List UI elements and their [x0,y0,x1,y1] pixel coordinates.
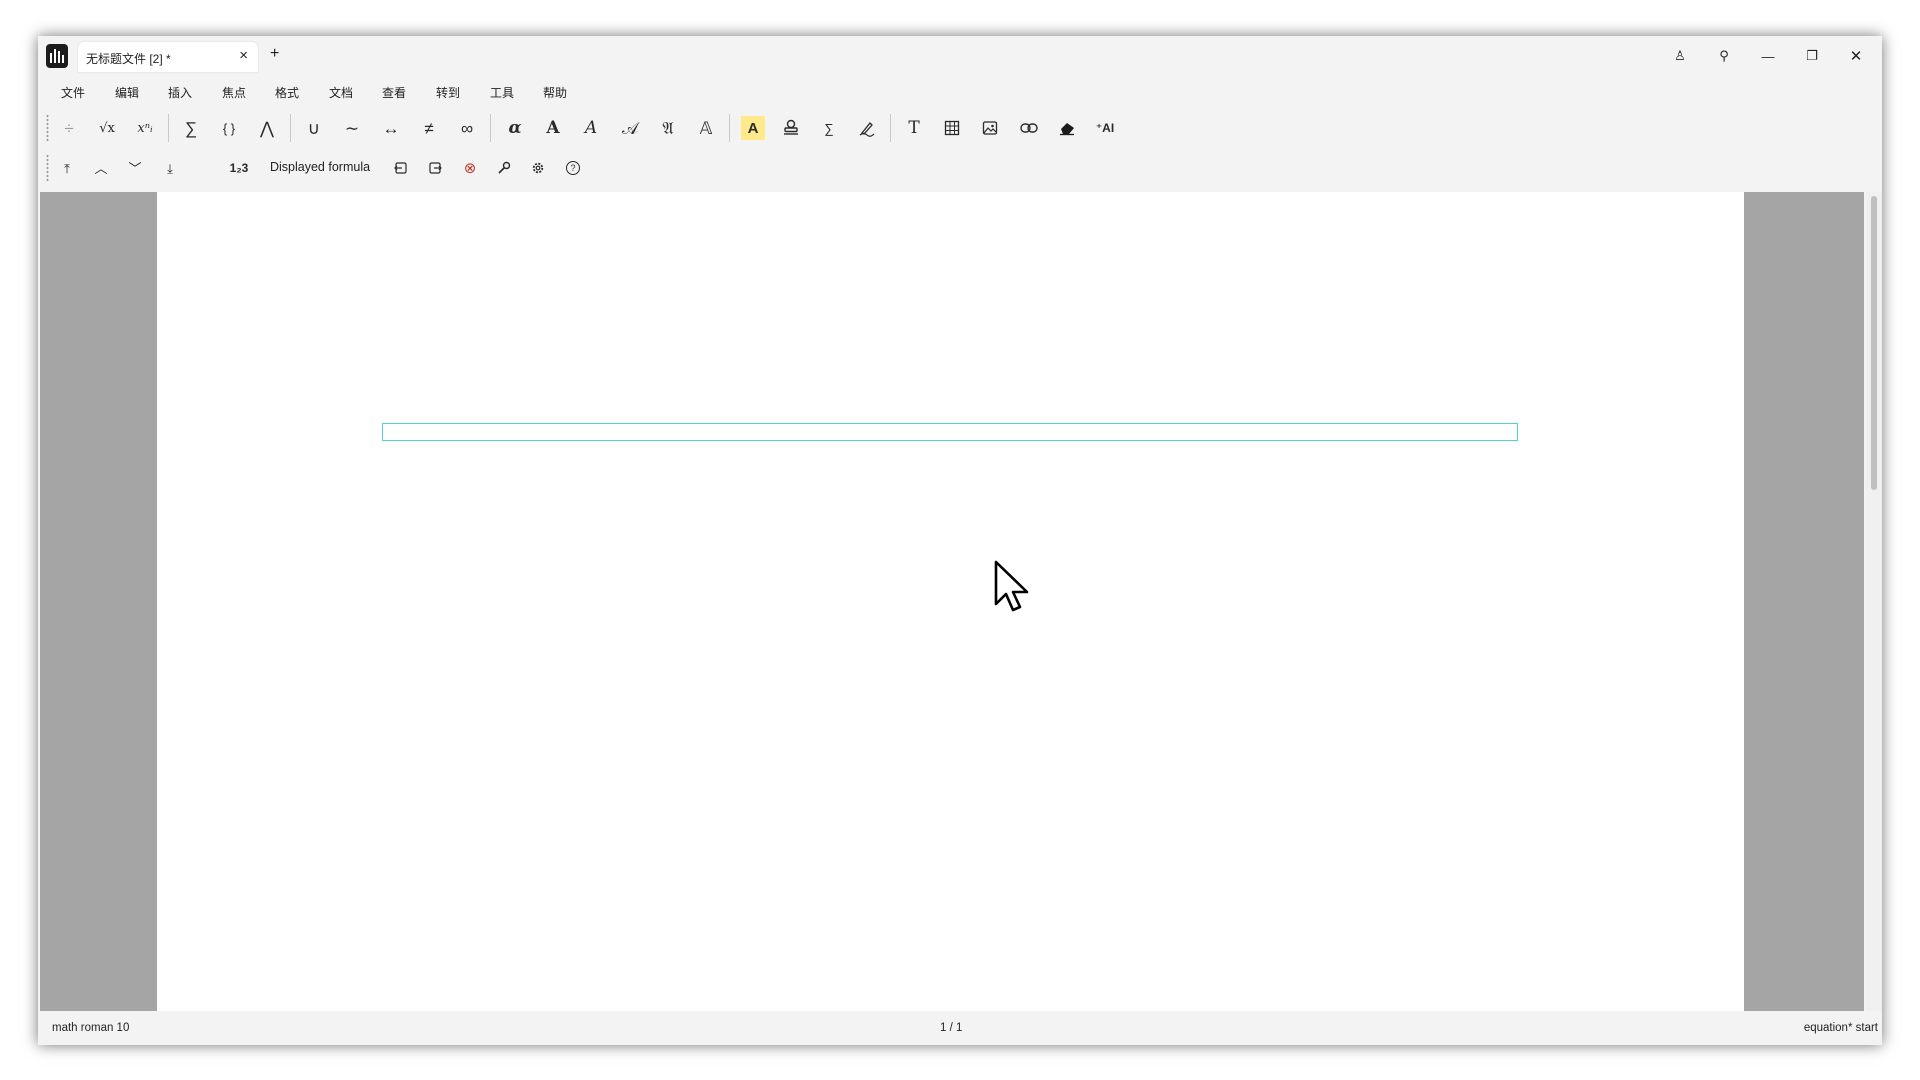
table-icon[interactable] [937,113,967,143]
menu-insert[interactable]: 插入 [168,84,192,101]
ai-icon[interactable]: ⁺AI [1090,113,1120,143]
menu-file[interactable]: 文件 [61,84,85,101]
fraction-icon[interactable]: ÷ [54,113,84,143]
sum-icon[interactable]: ∑ [176,113,206,143]
gear-glyph [532,162,544,174]
menu-bar: 文件 编辑 插入 焦点 格式 文档 查看 转到 工具 帮助 [38,76,1882,106]
insert-before-glyph [394,162,407,174]
link-icon[interactable] [1014,113,1044,143]
toolbar-grip[interactable] [46,114,49,142]
italic-text-icon[interactable]: A [576,113,606,143]
toolbar-grip[interactable] [46,154,49,182]
go-first-icon[interactable]: ⤒ [52,153,82,183]
menu-tools[interactable]: 工具 [490,84,514,101]
toolbar-separator [290,114,291,142]
title-bar: 无标题文件 [2] * × + ♙ ⚲ — ❐ ✕ [38,36,1882,76]
minimize-button[interactable]: — [1746,36,1790,76]
help-icon[interactable]: ? [558,153,588,183]
eraser-glyph [1060,123,1074,136]
menu-goto[interactable]: 转到 [436,84,460,101]
restore-button[interactable]: ❐ [1790,36,1834,76]
insert-after-icon[interactable] [420,153,450,183]
app-window: 无标题文件 [2] * × + ♙ ⚲ — ❐ ✕ 文件 编辑 插入 焦点 格式… [38,36,1882,1045]
arrow-icon[interactable]: ↔ [376,113,406,143]
go-down-icon[interactable]: ﹀ [120,153,150,183]
script-text-icon[interactable]: 𝒜 [615,113,645,143]
scrollbar-thumb[interactable] [1871,196,1877,490]
handwriting-icon[interactable] [852,113,882,143]
formula-mode-label[interactable]: Displayed formula [270,160,370,174]
font-status: math roman 10 [52,1022,130,1034]
stamp-icon[interactable] [776,113,806,143]
math-toolbar: ÷ √x xⁿᵢ ∑ { } ⋀ ∪ ∼ ↔ ≠ ∞ α A A 𝒜 𝔄 𝔸 A… [38,108,1882,148]
go-last-icon[interactable]: ⤓ [155,153,185,183]
equation-input-box[interactable] [382,423,1518,441]
sqrt-icon[interactable]: √x [92,113,122,143]
insert-after-glyph [429,162,442,174]
menu-edit[interactable]: 编辑 [115,84,139,101]
menu-document[interactable]: 文档 [329,84,353,101]
tilde-icon[interactable]: ∼ [337,113,367,143]
document-canvas[interactable] [40,192,1864,1011]
menu-view[interactable]: 查看 [382,84,406,101]
status-bar: math roman 10 1 / 1 equation* start [38,1011,1882,1045]
infinity-icon[interactable]: ∞ [452,113,482,143]
close-button[interactable]: ✕ [1834,36,1878,76]
superscript-subscript-icon[interactable]: xⁿᵢ [130,113,160,143]
fraktur-text-icon[interactable]: 𝔄 [653,113,683,143]
wedge-icon[interactable]: ⋀ [252,113,282,143]
pen-glyph [859,122,875,137]
navigation-toolbar: ⤒ ︿ ﹀ ⤓ 1₂3 Displayed formula ⊗ ? [38,150,1882,186]
wrench-icon[interactable] [489,153,519,183]
toolbar-separator [490,114,491,142]
help-glyph: ? [566,161,580,175]
toolbar-separator [890,114,891,142]
stamp-glyph [784,119,798,135]
image-icon[interactable] [975,113,1005,143]
pin-icon[interactable]: ⚲ [1702,36,1746,76]
environment-status: equation* start [1803,1022,1878,1034]
new-tab-button[interactable]: + [270,45,279,63]
document-tab[interactable]: 无标题文件 [2] * × [78,42,258,72]
wrench-glyph [498,161,511,174]
tab-title: 无标题文件 [2] * [86,52,171,66]
greek-alpha-icon[interactable]: α [500,113,530,143]
menu-help[interactable]: 帮助 [543,84,567,101]
toolbar-separator [168,114,169,142]
equation-sigma-icon[interactable]: ∑ [814,113,844,143]
numbering-icon[interactable]: 1₂3 [224,153,254,183]
vertical-scrollbar[interactable] [1866,192,1882,1011]
not-equal-icon[interactable]: ≠ [414,113,444,143]
menu-format[interactable]: 格式 [275,84,299,101]
gear-icon[interactable] [523,153,553,183]
mouse-pointer-icon [994,560,1029,612]
delete-icon[interactable]: ⊗ [455,153,485,183]
page-indicator: 1 / 1 [940,1022,963,1034]
menu-focus[interactable]: 焦点 [222,84,246,101]
highlight-icon[interactable]: A [741,116,765,140]
blackboard-text-icon[interactable]: 𝔸 [691,113,721,143]
go-up-icon[interactable]: ︿ [86,153,116,183]
app-logo [46,44,68,68]
document-page[interactable] [157,192,1744,1011]
eraser-icon[interactable] [1052,113,1082,143]
braces-icon[interactable]: { } [214,113,244,143]
logo-icon [50,49,64,63]
toolbar-separator [729,114,730,142]
table-glyph [944,120,960,136]
user-icon[interactable]: ♙ [1658,36,1702,76]
image-glyph [982,121,998,135]
text-mode-icon[interactable]: T [899,113,929,143]
union-icon[interactable]: ∪ [299,113,329,143]
bold-text-icon[interactable]: A [538,113,568,143]
tab-close-button[interactable]: × [239,47,248,64]
link-glyph [1020,123,1038,133]
insert-before-icon[interactable] [386,153,416,183]
